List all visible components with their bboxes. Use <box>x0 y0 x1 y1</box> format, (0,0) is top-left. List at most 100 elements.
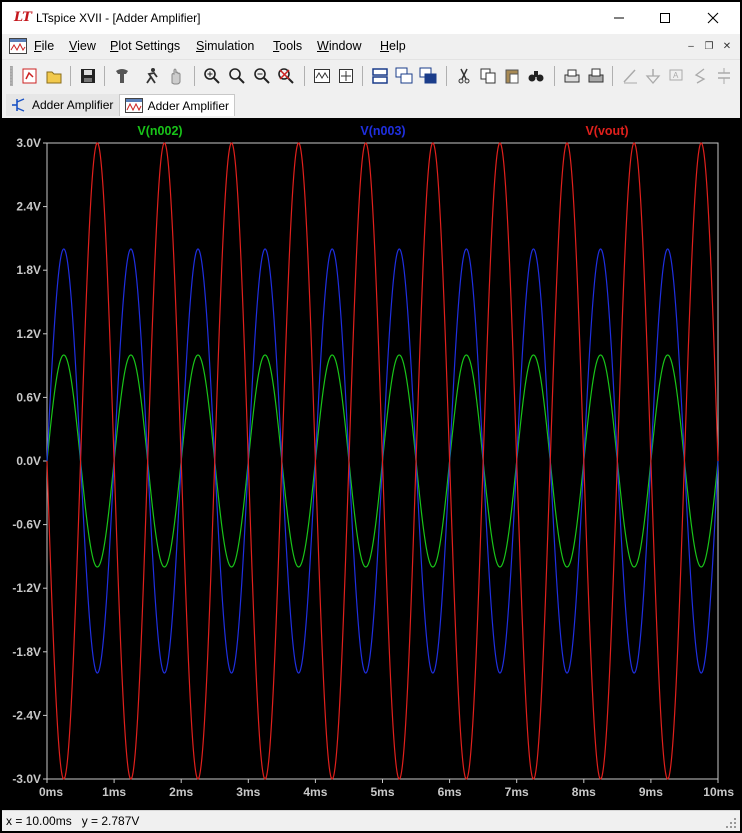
menu-window[interactable]: Window <box>317 39 361 53</box>
capacitor-button[interactable] <box>714 66 734 86</box>
toolbar-separator <box>362 66 363 86</box>
wire-button[interactable] <box>620 66 640 86</box>
menu-simulation-rest: imulation <box>204 39 255 53</box>
x-tick-label: 5ms <box>370 785 394 799</box>
menu-view[interactable]: View <box>69 39 96 53</box>
copy-button[interactable] <box>478 66 498 86</box>
legend-entry[interactable]: V(n003) <box>360 124 405 138</box>
resistor-icon <box>694 68 706 84</box>
open-file-button[interactable] <box>44 66 64 86</box>
resistor-button[interactable] <box>690 66 710 86</box>
run-button[interactable] <box>142 66 162 86</box>
legend-entry[interactable]: V(vout) <box>585 124 628 138</box>
tile-horizontal-icon <box>372 68 388 84</box>
autorange-button[interactable] <box>312 66 332 86</box>
menu-file[interactable]: File <box>34 39 54 53</box>
tab-waveform-label: Adder Amplifier <box>147 98 229 113</box>
plot-traces[interactable] <box>46 142 719 780</box>
y-tick-label: 0.0V <box>16 454 41 468</box>
trace-vvout[interactable] <box>46 142 719 780</box>
minimize-button[interactable] <box>596 2 642 34</box>
tab-waveform[interactable]: Adder Amplifier <box>119 94 235 116</box>
legend-entry[interactable]: V(n002) <box>137 124 182 138</box>
plot-canvas[interactable]: V(n002) V(n003) V(vout) 3.0V 2.4V 1.8V 1.2V 0.… <box>2 118 740 810</box>
menu-help-rest: elp <box>389 39 406 53</box>
window-title: LTspice XVII - [Adder Amplifier] <box>36 11 201 25</box>
zoom-fit-button[interactable] <box>252 66 272 86</box>
maximize-icon <box>660 13 670 23</box>
zoom-cancel-button[interactable] <box>276 66 296 86</box>
svg-text:A: A <box>673 71 679 80</box>
toolbar-separator <box>612 66 613 86</box>
x-tick-label: 3ms <box>236 785 260 799</box>
menu-help-key: H <box>380 39 390 53</box>
open-schematic-button[interactable] <box>20 66 40 86</box>
title-bar[interactable]: LT LTspice XVII - [Adder Amplifier] <box>2 2 740 34</box>
run-icon <box>146 68 158 84</box>
x-tick-label: 2ms <box>169 785 193 799</box>
menu-tools[interactable]: Tools <box>273 39 302 53</box>
y-tick-label: 3.0V <box>16 136 41 150</box>
tab-schematic[interactable]: Adder Amplifier <box>6 94 119 116</box>
resize-grip-icon[interactable] <box>726 818 736 828</box>
zoom-in-button[interactable] <box>202 66 222 86</box>
mdi-minimize-icon[interactable]: – <box>684 40 698 53</box>
ground-button[interactable] <box>643 66 663 86</box>
add-trace-icon <box>339 69 353 83</box>
paste-icon <box>505 69 519 84</box>
menu-simulation[interactable]: Simulation <box>196 39 254 53</box>
print-preview-icon <box>564 69 580 83</box>
y-tick-label: -3.0V <box>12 772 41 786</box>
toolbar-separator <box>104 66 105 86</box>
open-schematic-icon <box>22 68 37 84</box>
toolbar-separator <box>194 66 195 86</box>
pan-icon <box>171 68 181 85</box>
menu-window-rest: indow <box>328 39 362 53</box>
find-icon <box>528 71 544 82</box>
save-button[interactable] <box>78 66 98 86</box>
wire-icon <box>623 69 637 84</box>
tab-schematic-label: Adder Amplifier <box>32 98 114 112</box>
status-bar: x = 10.00ms y = 2.787V <box>2 810 740 831</box>
cascade-button[interactable] <box>394 66 414 86</box>
find-button[interactable] <box>526 66 546 86</box>
print-icon <box>588 68 604 83</box>
app-window: LT LTspice XVII - [Adder Amplifier] File… <box>2 2 740 831</box>
toolbar: A <box>2 59 740 91</box>
x-tick-label: 6ms <box>438 785 462 799</box>
toolbar-separator <box>70 66 71 86</box>
cursor-readout: x = 10.00ms y = 2.787V <box>6 814 140 828</box>
menu-plot-settings[interactable]: Plot Settings <box>110 39 180 53</box>
print-preview-button[interactable] <box>562 66 582 86</box>
tile-vertical-button[interactable] <box>418 66 438 86</box>
ltspice-logo-icon: LT <box>14 10 32 25</box>
paste-button[interactable] <box>502 66 522 86</box>
y-tick-label: -1.2V <box>12 581 41 595</box>
control-panel-button[interactable] <box>112 66 132 86</box>
zoom-out-button[interactable] <box>227 66 247 86</box>
waveform-plot[interactable]: V(n002) V(n003) V(vout) 3.0V 2.4V 1.8V 1.2V 0.… <box>2 118 740 810</box>
zoom-cancel-icon <box>278 68 294 84</box>
mdi-close-icon[interactable]: ✕ <box>720 40 734 53</box>
menu-view-key: V <box>69 39 78 53</box>
waveform-window-icon[interactable] <box>9 38 27 54</box>
print-button[interactable] <box>586 66 606 86</box>
x-tick-label: 0ms <box>39 785 63 799</box>
minimize-icon <box>614 17 624 19</box>
add-trace-button[interactable] <box>336 66 356 86</box>
tile-horizontal-button[interactable] <box>370 66 390 86</box>
save-icon <box>81 69 95 83</box>
toolbar-grip <box>10 66 13 86</box>
menu-help[interactable]: Help <box>380 39 406 53</box>
y-tick-label: 1.8V <box>16 263 41 277</box>
mdi-restore-icon[interactable]: ❐ <box>702 40 716 53</box>
maximize-button[interactable] <box>642 2 688 34</box>
menu-window-key: W <box>317 39 329 53</box>
x-tick-label: 1ms <box>102 785 126 799</box>
close-button[interactable] <box>690 2 736 34</box>
label-button[interactable]: A <box>666 66 686 86</box>
pan-button[interactable] <box>166 66 186 86</box>
x-tick-label: 8ms <box>572 785 596 799</box>
x-tick-label: 9ms <box>639 785 663 799</box>
cut-button[interactable] <box>454 66 474 86</box>
